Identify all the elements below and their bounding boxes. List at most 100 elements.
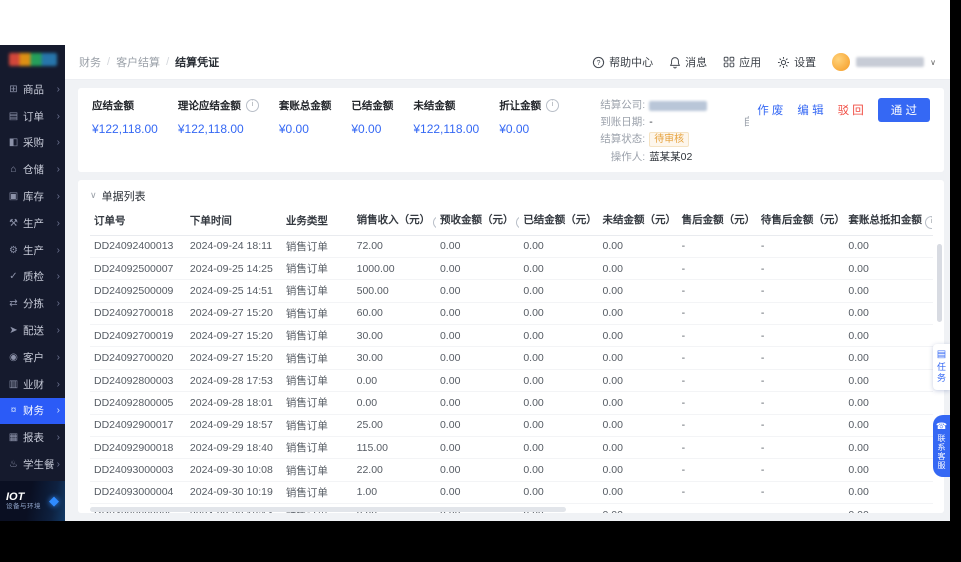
info-icon[interactable]: i [246, 99, 259, 112]
table-cell: - [678, 369, 757, 391]
approve-button[interactable]: 通 过 [878, 98, 930, 122]
breadcrumb-item[interactable]: 客户结算 [116, 54, 160, 70]
sidebar-item-quality[interactable]: ✓质检› [0, 264, 65, 291]
chevron-right-icon: › [57, 405, 60, 416]
chevron-right-icon: › [57, 325, 60, 336]
info-line-operate-time: 操作时间:2024-10-17 [733, 132, 749, 145]
sidebar-item-orders[interactable]: ▤订单› [0, 103, 65, 130]
topbar-actions: ?帮助中心消息应用设置 [592, 54, 816, 70]
sidebar-item-customer[interactable]: ◉客户› [0, 344, 65, 371]
sidebar-item-sorting[interactable]: ⇄分拣› [0, 290, 65, 317]
stat-discount-amount: 折让金额i¥0.00 [499, 98, 559, 136]
table-cell: 25.00 [353, 414, 436, 436]
table-cell: - [757, 414, 845, 436]
stat-label: 已结金额 [351, 98, 393, 113]
table-cell: - [757, 235, 845, 257]
section-title: 单据列表 [102, 188, 146, 204]
iot-banner[interactable]: IOT 设备与环境 ◆ [0, 481, 65, 521]
table-row[interactable]: DD240929000182024-09-29 18:40销售订单115.000… [90, 437, 932, 459]
table-cell: 0.00 [598, 414, 677, 436]
sidebar-item-production-2[interactable]: ⚙生产› [0, 237, 65, 264]
table-row[interactable]: DD240927000182024-09-27 15:20销售订单60.000.… [90, 302, 932, 324]
table-cell: - [678, 481, 757, 503]
table-cell: 2024-09-30 10:19 [186, 481, 282, 503]
info-icon[interactable]: i [516, 216, 519, 229]
table-row[interactable]: DD240930000042024-09-30 10:19销售订单1.000.0… [90, 481, 932, 503]
sidebar-item-report[interactable]: ▦报表› [0, 424, 65, 451]
sidebar-item-warehouse[interactable]: ⌂仓储› [0, 156, 65, 183]
info-line-settle-company: 结算公司: [581, 99, 707, 112]
table-row[interactable]: DD240924000132024-09-24 18:11销售订单72.000.… [90, 235, 932, 257]
table-cell: - [757, 459, 845, 481]
vertical-scrollbar[interactable] [937, 244, 942, 322]
topbar-messages[interactable]: 消息 [669, 54, 707, 70]
table-cell: 0.00 [598, 481, 677, 503]
topbar-right: ?帮助中心消息应用设置 ∨ [592, 53, 936, 71]
sidebar-item-business-finance[interactable]: ▥业财› [0, 371, 65, 398]
page-content: 应结金额¥122,118.00理论应结金额i¥122,118.00套账总金额¥0… [65, 80, 950, 521]
sidebar-item-student-meal[interactable]: ♨学生餐› [0, 451, 65, 478]
info-line-custom-voucher-no: 自定义凭证号:1723 [733, 116, 749, 129]
table-cell: - [757, 325, 845, 347]
user-menu[interactable]: ∨ [832, 53, 936, 71]
student-meal-icon: ♨ [7, 459, 20, 470]
customer-service-float-button[interactable]: ☎ 联系客服 [933, 415, 950, 477]
table-cell: 0.00 [598, 504, 677, 513]
table-cell: 2024-09-27 15:20 [186, 302, 282, 324]
info-icon[interactable]: i [433, 216, 436, 229]
sidebar-item-production-1[interactable]: ⚒生产› [0, 210, 65, 237]
table-cell: 0.00 [436, 257, 519, 279]
app-logo[interactable] [0, 45, 65, 73]
topbar-apps[interactable]: 应用 [723, 54, 761, 70]
sidebar-item-purchase[interactable]: ◧采购› [0, 130, 65, 157]
warehouse-icon: ⌂ [7, 164, 20, 175]
info-icon[interactable]: i [925, 216, 932, 229]
horizontal-scrollbar[interactable] [90, 507, 566, 512]
chevron-down-icon: ∨ [930, 58, 936, 67]
sidebar-item-delivery[interactable]: ➤配送› [0, 317, 65, 344]
table-row[interactable]: DD240925000072024-09-25 14:25销售订单1000.00… [90, 257, 932, 279]
table-cell: DD24092700020 [90, 347, 186, 369]
table-row[interactable]: DD240927000202024-09-27 15:20销售订单30.000.… [90, 347, 932, 369]
task-float-button[interactable]: ▤ 任务 [933, 344, 950, 390]
table-row[interactable]: DD240927000192024-09-27 15:20销售订单30.000.… [90, 325, 932, 347]
table-cell: 0.00 [436, 302, 519, 324]
table-cell: 0.00 [436, 280, 519, 302]
table-cell: DD24092800005 [90, 392, 186, 414]
sidebar-item-goods[interactable]: ⊞商品› [0, 76, 65, 103]
info-icon[interactable]: i [546, 99, 559, 112]
stat-unsettled-amount: 未结金额¥122,118.00 [413, 98, 479, 136]
sorting-icon: ⇄ [7, 298, 20, 309]
table-row[interactable]: DD240930000032024-09-30 10:08销售订单22.000.… [90, 459, 932, 481]
table-row[interactable]: DD240929000172024-09-29 18:57销售订单25.000.… [90, 414, 932, 436]
production-icon: ⚒ [7, 218, 20, 229]
chevron-right-icon: › [57, 111, 60, 122]
table-cell: 0.00 [598, 392, 677, 414]
void-button[interactable]: 作 废 [757, 102, 783, 118]
sidebar-item-label: 仓储 [23, 162, 54, 177]
customer-icon: ◉ [7, 352, 20, 363]
table-cell: 0.00 [844, 459, 932, 481]
sidebar-item-finance[interactable]: ¤财务› [0, 398, 65, 425]
table-cell: - [757, 347, 845, 369]
edit-button[interactable]: 编 辑 [797, 102, 823, 118]
topbar-settings[interactable]: 设置 [777, 54, 816, 70]
table-cell: 0.00 [598, 369, 677, 391]
info-value: - [649, 116, 653, 129]
document-list-toggle[interactable]: ∨ 单据列表 [90, 186, 932, 206]
table-row[interactable]: DD240928000032024-09-28 17:53销售订单0.000.0… [90, 369, 932, 391]
sidebar-item-inventory[interactable]: ▣库存› [0, 183, 65, 210]
table-row[interactable]: DD240925000092024-09-25 14:51销售订单500.000… [90, 280, 932, 302]
table-row[interactable]: DD240928000052024-09-28 18:01销售订单0.000.0… [90, 392, 932, 414]
breadcrumb-item[interactable]: 财务 [79, 54, 101, 70]
column-header-label: 预收金额（元） [440, 214, 514, 226]
table-cell: 销售订单 [282, 325, 353, 347]
breadcrumb-item[interactable]: 结算凭证 [175, 54, 219, 70]
reject-button[interactable]: 驳 回 [838, 102, 864, 118]
table-cell: - [678, 280, 757, 302]
table-cell: 0.00 [519, 257, 598, 279]
topbar-help-center[interactable]: ?帮助中心 [592, 54, 653, 70]
table-cell: 销售订单 [282, 302, 353, 324]
info-line-voucher-no: 结算凭证号:5352 [733, 99, 749, 112]
table-cell: DD24092700019 [90, 325, 186, 347]
